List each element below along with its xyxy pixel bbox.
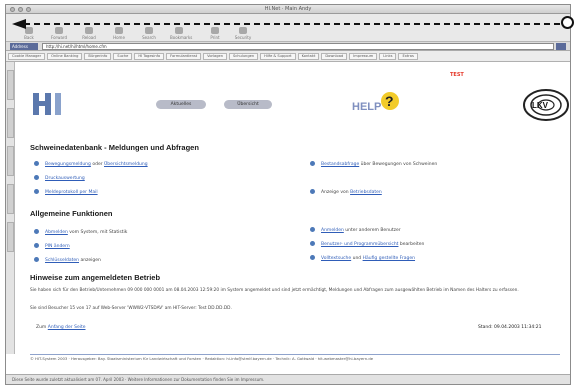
bookmark-item[interactable]: Formulardienst	[166, 53, 202, 60]
window-title: HI.Net · Main Andy	[264, 6, 312, 12]
list-item: Schlüsseldaten anzeigen	[34, 257, 101, 264]
bullet-icon	[310, 189, 315, 194]
bookmark-item[interactable]: Extras	[398, 53, 418, 60]
link-anfang[interactable]: Anfang der Seite	[48, 325, 86, 330]
bullet-icon	[34, 243, 39, 248]
bookmark-item[interactable]: Hilfe & Support	[260, 53, 296, 60]
test-badge: TEST	[450, 72, 464, 78]
browser-window: HI.Net · Main Andy Back Forward Reload H…	[5, 4, 571, 385]
link-faq[interactable]: Häufig gestellte Fragen	[363, 256, 415, 261]
bookmark-bar: Cookie Manager Online Banking Bürgerinfo…	[6, 51, 570, 62]
pill-aktuelles[interactable]: Aktuelles	[156, 100, 206, 109]
pill-uebersicht[interactable]: Übersicht	[224, 100, 272, 109]
bookmark-item[interactable]: HI Tagesinfo	[134, 53, 165, 60]
section-title-hints: Hinweise zum angemeldeten Betrieb	[30, 273, 161, 282]
sidebar-tab[interactable]	[7, 108, 14, 138]
sidebar-tab[interactable]	[7, 184, 14, 214]
bookmark-item[interactable]: Schulungen	[228, 53, 259, 60]
bullet-icon	[310, 161, 315, 166]
help-label: HELP	[352, 101, 381, 113]
back-to-top: Zum Anfang der Seite	[36, 325, 86, 330]
list-item: Benutzer- und Programmübersicht bearbeit…	[310, 241, 424, 248]
link-volltextsuche[interactable]: Volltextsuche	[321, 256, 351, 261]
footer-divider	[30, 354, 560, 355]
list-item: Anzeige von Betriebsdaten	[310, 189, 382, 196]
title-bar: HI.Net · Main Andy	[6, 5, 570, 14]
bullet-icon	[34, 175, 39, 180]
address-label: Address	[10, 43, 38, 50]
sidebar-tab[interactable]	[7, 70, 14, 100]
status-bar: Diese Seite wurde zuletzt aktualisiert a…	[6, 374, 570, 384]
list-item: Abmelden vom System, mit Statistik	[34, 229, 127, 236]
drag-target-circle-icon	[561, 16, 574, 29]
bookmark-item[interactable]: Vorlagen	[203, 53, 227, 60]
link-schluesseldaten[interactable]: Schlüsseldaten	[45, 258, 79, 263]
section-title-general: Allgemeine Funktionen	[30, 209, 113, 218]
link-meldeprotokoll[interactable]: Meldeprotokoll per Mail	[45, 190, 98, 195]
help-icon[interactable]: HELP ?	[352, 91, 404, 115]
sidebar-tab[interactable]	[7, 146, 14, 176]
footer-line-1: © HIT-System 2003 · Herausgeber: Bay. St…	[30, 356, 374, 361]
lkv-logo[interactable]: LKV	[516, 85, 571, 125]
bookmark-item[interactable]: Online Banking	[47, 53, 83, 60]
list-item: Bestandsabfrage über Bewegungen von Schw…	[310, 161, 437, 168]
drag-path-arrow-icon	[12, 19, 562, 29]
bookmark-item[interactable]: Bürgerinfo	[84, 53, 112, 60]
web-page: HI Aktuelles Übersicht TEST HELP ? LKV S…	[18, 63, 571, 361]
bullet-icon	[310, 255, 315, 260]
url-input[interactable]: http://hi.net/hi/html/home.cfm	[42, 43, 554, 50]
address-bar: Address http://hi.net/hi/html/home.cfm	[6, 42, 570, 51]
list-item: Bewegungsmeldung oder Übersichtsmeldung	[34, 161, 148, 168]
stand-timestamp: Stand: 09.04.2003 11:34:21	[478, 325, 542, 330]
link-bewegungsmeldung[interactable]: Bewegungsmeldung	[45, 162, 91, 167]
link-anmelden[interactable]: Anmelden	[321, 228, 344, 233]
bullet-icon	[34, 161, 39, 166]
list-item: PIN ändern	[34, 243, 70, 250]
bullet-icon	[34, 257, 39, 262]
bullet-icon	[310, 227, 315, 232]
link-abmelden[interactable]: Abmelden	[45, 230, 68, 235]
link-betriebsdaten[interactable]: Betriebsdaten	[350, 190, 382, 195]
list-item: Volltextsuche und Häufig gestellte Frage…	[310, 255, 415, 262]
sidebar-tabs	[6, 62, 15, 354]
bullet-icon	[310, 241, 315, 246]
link-druckauswertung[interactable]: Druckauswertung	[45, 176, 85, 181]
bookmark-item[interactable]: Kontakt	[297, 53, 320, 60]
bookmark-item[interactable]: Download	[321, 53, 348, 60]
bookmark-item[interactable]: Links	[379, 53, 397, 60]
status-text: Diese Seite wurde zuletzt aktualisiert a…	[12, 377, 265, 382]
bookmark-item[interactable]: Cookie Manager	[8, 53, 46, 60]
link-benutzeruebersicht[interactable]: Benutzer- und Programmübersicht	[321, 242, 398, 247]
bullet-icon	[34, 229, 39, 234]
visitor-hint-text: Sie sind Besucher 15 von 17 auf Web-Serv…	[30, 306, 232, 311]
link-uebersichtsmeldung[interactable]: Übersichtsmeldung	[104, 162, 148, 167]
sidebar-tab[interactable]	[7, 222, 14, 252]
bookmark-item[interactable]: Suche	[113, 53, 133, 60]
hi-logo[interactable]	[32, 91, 64, 117]
svg-text:?: ?	[385, 93, 394, 109]
list-item: Druckauswertung	[34, 175, 85, 182]
section-title-database: Schweinedatenbank - Meldungen und Abfrag…	[30, 143, 199, 152]
bookmark-item[interactable]: Impressum	[349, 53, 378, 60]
bullet-icon	[34, 189, 39, 194]
list-item: Anmelden unter anderem Benutzer	[310, 227, 401, 234]
list-item: Meldeprotokoll per Mail	[34, 189, 98, 196]
login-hint-text: Sie haben sich für den Betrieb/Unternehm…	[30, 288, 519, 293]
link-pin-aendern[interactable]: PIN ändern	[45, 244, 70, 249]
link-bestandsabfrage[interactable]: Bestandsabfrage	[321, 162, 359, 167]
lkv-label: LKV	[532, 101, 549, 110]
go-button[interactable]	[556, 43, 566, 50]
